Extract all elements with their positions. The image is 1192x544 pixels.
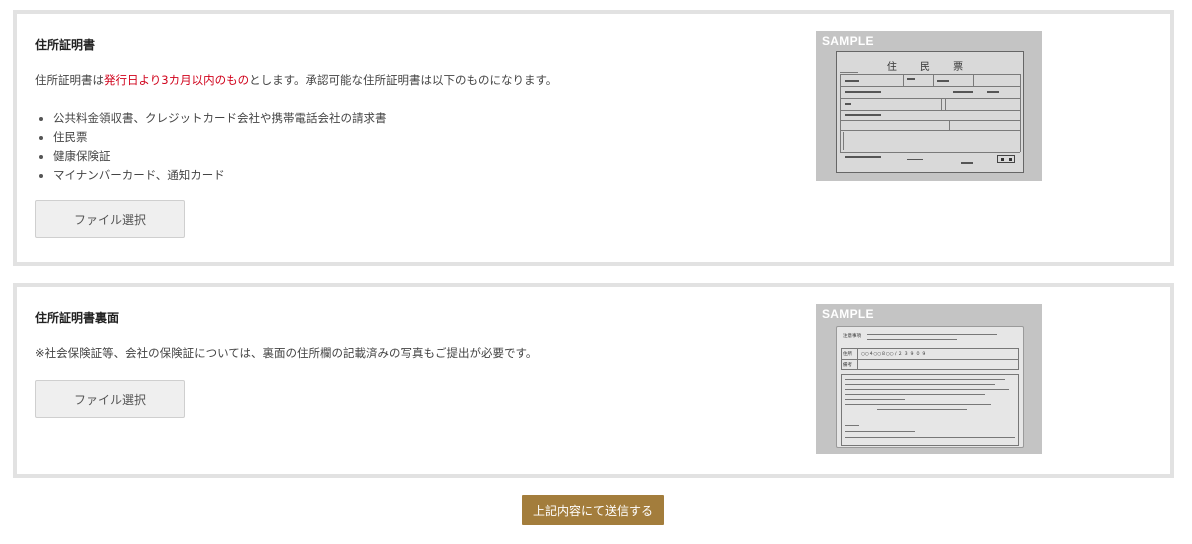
section-description: 住所証明書は発行日より3カ月以内のものとします。承認可能な住所証明書は以下のもの…	[35, 73, 558, 87]
file-select-button[interactable]: ファイル選択	[35, 380, 185, 418]
list-item: 公共料金領収書、クレジットカード会社や携帯電話会社の請求書	[35, 109, 387, 128]
sample-image-insurance-card-back: SAMPLE 注意事項 住所 ○○４○○８○○ / ２ ３ ９ ０ ９ 備考	[816, 304, 1042, 454]
juminhyo-sample-document: 住 民 票	[836, 51, 1024, 173]
list-item: 住民票	[35, 128, 387, 147]
address-proof-back-section: 住所証明書裏面 ※社会保険証等、会社の保険証については、裏面の住所欄の記載済みの…	[13, 283, 1174, 478]
sample-label: SAMPLE	[822, 34, 874, 48]
section-title: 住所証明書裏面	[35, 311, 120, 325]
address-proof-section: 住所証明書 住所証明書は発行日より3カ月以内のものとします。承認可能な住所証明書…	[13, 10, 1174, 266]
seal-icon	[997, 155, 1015, 163]
list-item: マイナンバーカード、通知カード	[35, 166, 387, 185]
validity-highlight: 発行日より3カ月以内のもの	[104, 73, 250, 87]
sample-doc-title: 住 民 票	[886, 62, 974, 73]
sample-label: SAMPLE	[822, 307, 874, 321]
sample-doc-heading: 注意事項	[843, 334, 861, 339]
insurance-card-back-sample: 注意事項 住所 ○○４○○８○○ / ２ ３ ９ ０ ９ 備考	[836, 326, 1024, 448]
sample-doc-address-value: ○○４○○８○○ / ２ ３ ９ ０ ９	[861, 352, 927, 357]
sample-doc-address-label: 住所	[843, 352, 852, 357]
file-select-button[interactable]: ファイル選択	[35, 200, 185, 238]
sample-image-juminhyo: SAMPLE 住 民 票	[816, 31, 1042, 181]
section-description: ※社会保険証等、会社の保険証については、裏面の住所欄の記載済みの写真もご提出が必…	[35, 346, 538, 360]
submit-button[interactable]: 上記内容にて送信する	[522, 495, 664, 525]
section-title: 住所証明書	[35, 38, 96, 52]
accepted-documents-list: 公共料金領収書、クレジットカード会社や携帯電話会社の請求書 住民票 健康保険証 …	[35, 109, 387, 185]
list-item: 健康保険証	[35, 147, 387, 166]
sample-doc-remarks-label: 備考	[843, 363, 852, 368]
